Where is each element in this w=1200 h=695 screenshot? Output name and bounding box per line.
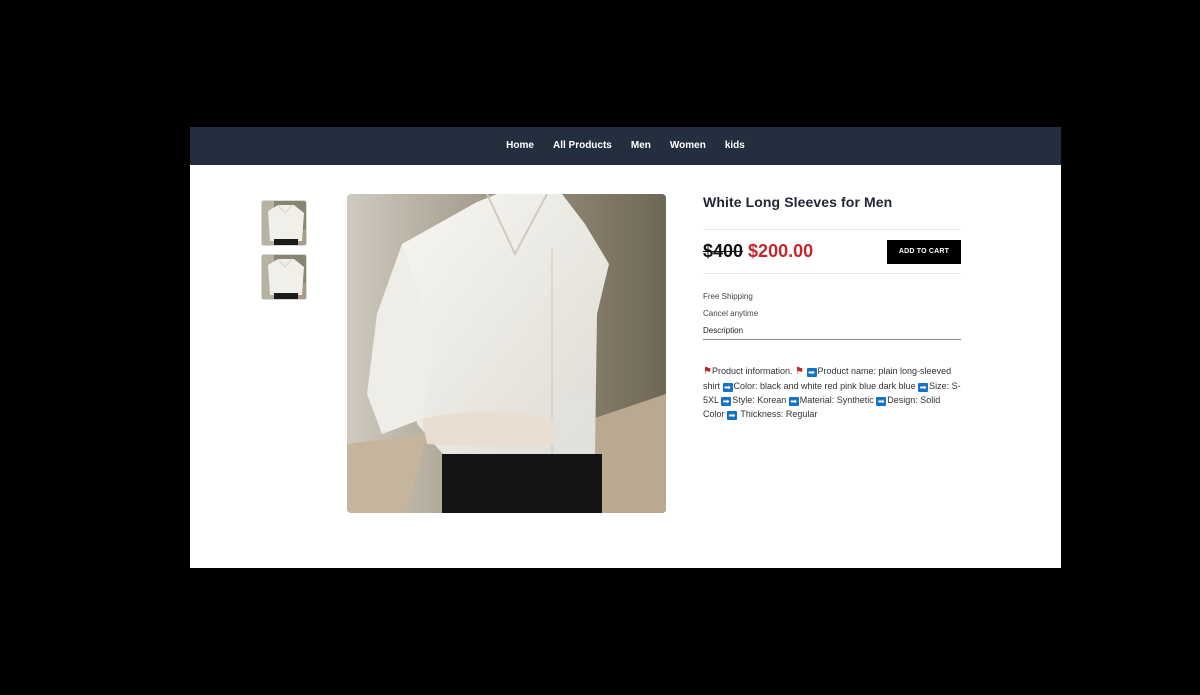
nav-kids[interactable]: kids — [725, 127, 745, 165]
arrow-icon: ➡ — [727, 411, 738, 420]
description-text: Material: Synthetic — [799, 395, 877, 405]
product-thumbnail[interactable] — [261, 200, 307, 246]
description-text: Color: black and white red pink blue dar… — [733, 381, 919, 391]
description-text: Product information. — [711, 366, 796, 376]
nav-home[interactable]: Home — [506, 127, 534, 165]
sale-price: $200.00 — [748, 241, 814, 261]
description-text: Style: Korean — [732, 395, 789, 405]
nav-women[interactable]: Women — [670, 127, 706, 165]
product-main-image — [347, 194, 666, 513]
arrow-icon: ➡ — [722, 383, 733, 392]
feature-cancel-anytime: Cancel anytime — [703, 309, 759, 318]
feature-list: Free Shipping Cancel anytime Description — [703, 288, 961, 340]
arrow-icon: ➡ — [806, 368, 817, 377]
product-title: White Long Sleeves for Men — [703, 194, 893, 210]
feature-free-shipping: Free Shipping — [703, 292, 753, 301]
nav-men[interactable]: Men — [631, 127, 651, 165]
nav-all-products[interactable]: All Products — [553, 127, 612, 165]
arrow-icon: ➡ — [721, 397, 732, 406]
product-info: White Long Sleeves for Men $400 $200.00 … — [703, 191, 961, 421]
arrow-icon: ➡ — [918, 383, 929, 392]
thumbnail-list — [261, 200, 307, 308]
tab-description[interactable]: Description — [703, 322, 961, 340]
price-group: $400 $200.00 — [703, 241, 813, 262]
product-thumbnail[interactable] — [261, 254, 307, 300]
product-description: ⚑Product information. ⚑ ➡ Product name: p… — [703, 364, 961, 421]
description-text: Thickness: Regular — [738, 409, 818, 419]
price-row: $400 $200.00 ADD TO CART — [703, 229, 961, 274]
add-to-cart-button[interactable]: ADD TO CART — [887, 239, 961, 264]
flag-icon: ⚑ — [795, 366, 804, 377]
page-frame: Home All Products Men Women kids White L… — [190, 127, 1061, 568]
flag-icon: ⚑ — [703, 366, 712, 377]
original-price: $400 — [703, 241, 744, 261]
arrow-icon: ➡ — [788, 397, 799, 406]
top-navbar: Home All Products Men Women kids — [190, 127, 1061, 165]
arrow-icon: ➡ — [876, 397, 887, 406]
